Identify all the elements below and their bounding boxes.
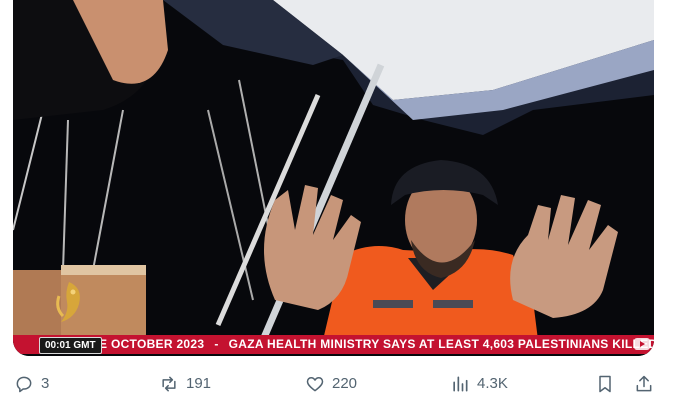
reply-button[interactable]: 3 xyxy=(14,364,49,404)
like-button[interactable]: 220 xyxy=(305,364,357,404)
video-player[interactable]: E OCTOBER 2023- GAZA HEALTH MINISTRY SAYS… xyxy=(13,0,654,356)
ticker-separator: - xyxy=(214,337,219,351)
views-icon xyxy=(453,376,468,392)
al-jazeera-logo-icon xyxy=(56,282,80,322)
ticker-text: E OCTOBER 2023- GAZA HEALTH MINISTRY SAYS… xyxy=(99,335,654,354)
ticker-clock: 00:01 GMT xyxy=(39,337,102,354)
repost-count: 191 xyxy=(186,375,212,392)
views-count: 4.3K xyxy=(477,375,508,392)
repost-icon xyxy=(162,376,176,392)
reply-icon xyxy=(16,376,32,393)
share-icon xyxy=(636,375,652,392)
bookmark-icon xyxy=(599,375,611,393)
ticker-headline: GAZA HEALTH MINISTRY SAYS AT LEAST 4,603… xyxy=(228,337,654,351)
share-button[interactable] xyxy=(634,364,661,404)
like-count: 220 xyxy=(332,375,358,392)
repost-button[interactable]: 191 xyxy=(159,364,211,404)
video-frame xyxy=(13,0,654,356)
youtube-play-icon[interactable] xyxy=(634,336,650,352)
news-ticker: E OCTOBER 2023- GAZA HEALTH MINISTRY SAYS… xyxy=(13,335,654,354)
bookmark-button[interactable] xyxy=(595,364,622,404)
like-icon xyxy=(306,377,324,392)
reply-count: 3 xyxy=(41,375,50,392)
views-button[interactable]: 4.3K xyxy=(450,364,508,404)
ticker-date: E OCTOBER 2023 xyxy=(99,337,205,351)
tweet-action-bar: 3 191 220 4.3K xyxy=(0,364,680,404)
